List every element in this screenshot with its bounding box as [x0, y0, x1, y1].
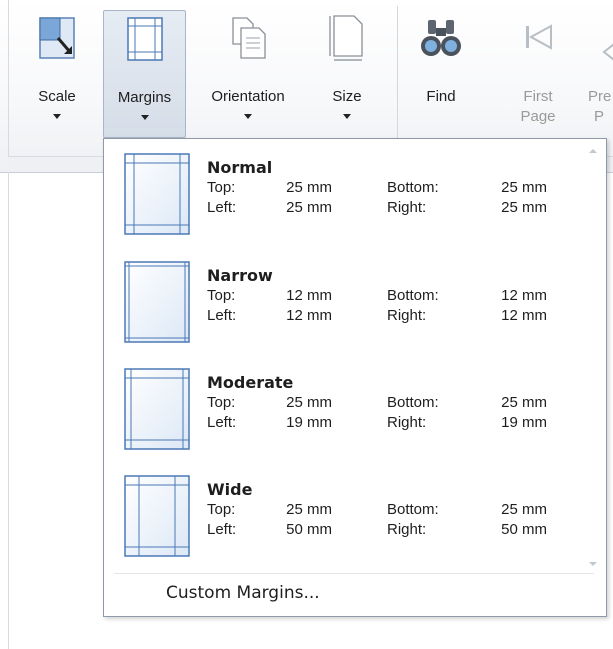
- scale-dropdown-arrow: [53, 114, 61, 119]
- top-label: Top:: [207, 501, 236, 518]
- scroll-down-arrow-icon[interactable]: [589, 562, 597, 566]
- margin-option-wide[interactable]: Wide Top: 25 mm Bottom: 25 mm Left: 50 m…: [114, 461, 584, 565]
- top-label: Top:: [207, 179, 236, 196]
- margin-option-narrow[interactable]: Narrow Top: 12 mm Bottom: 12 mm Left: 12…: [114, 247, 584, 351]
- margins-button[interactable]: Margins: [103, 10, 186, 138]
- scale-label: Scale: [38, 88, 76, 105]
- right-label: Right:: [387, 199, 427, 216]
- menu-scrollbar[interactable]: [586, 145, 600, 570]
- size-dropdown-arrow: [343, 114, 351, 119]
- right-label: Right:: [387, 521, 427, 538]
- margins-label: Margins: [117, 89, 172, 106]
- left-label: Left:: [207, 414, 237, 431]
- top-label: Top:: [207, 394, 236, 411]
- size-label: Size: [332, 88, 362, 105]
- first-page-icon: [526, 24, 552, 50]
- orientation-label: Orientation: [211, 88, 285, 105]
- bottom-value: 25 mm: [501, 179, 547, 196]
- right-value: 19 mm: [501, 414, 547, 431]
- normal-margins-icon: [124, 153, 190, 235]
- bottom-label: Bottom:: [387, 179, 439, 196]
- left-label: Left:: [207, 521, 237, 538]
- find-button[interactable]: Find: [406, 10, 476, 130]
- previous-page-icon: [602, 43, 613, 61]
- bottom-value: 25 mm: [501, 394, 547, 411]
- content-edge: [8, 172, 9, 649]
- left-label: Left:: [207, 199, 237, 216]
- bottom-value: 25 mm: [501, 501, 547, 518]
- bottom-label: Bottom:: [387, 394, 439, 411]
- narrow-margins-icon: [124, 261, 190, 343]
- bottom-label: Bottom:: [387, 501, 439, 518]
- right-value: 50 mm: [501, 521, 547, 538]
- find-label: Find: [426, 88, 456, 105]
- left-value: 12 mm: [286, 307, 332, 324]
- binoculars-icon: [421, 20, 461, 56]
- margin-option-moderate[interactable]: Moderate Top: 25 mm Bottom: 25 mm Left: …: [114, 354, 584, 458]
- option-name: Wide: [207, 480, 253, 499]
- margins-dropdown-menu: Normal Top: 25 mm Bottom: 25 mm Left: 25…: [103, 138, 607, 617]
- ribbon-edge: [8, 0, 9, 172]
- first-page-button[interactable]: First Page: [506, 10, 570, 130]
- group-separator: [397, 6, 398, 156]
- orientation-dropdown-arrow: [244, 114, 252, 119]
- custom-margins-menu-item[interactable]: Custom Margins...: [166, 583, 320, 603]
- top-value: 25 mm: [286, 179, 332, 196]
- wide-margins-icon: [124, 475, 190, 557]
- right-value: 25 mm: [501, 199, 547, 216]
- left-value: 19 mm: [286, 414, 332, 431]
- top-value: 25 mm: [286, 394, 332, 411]
- option-name: Narrow: [207, 266, 273, 285]
- right-label: Right:: [387, 414, 427, 431]
- scale-button[interactable]: Scale: [22, 10, 92, 130]
- scroll-up-arrow-icon[interactable]: [589, 149, 597, 153]
- size-button[interactable]: Size: [312, 10, 382, 130]
- page-size-icon: [329, 15, 363, 61]
- left-value: 50 mm: [286, 521, 332, 538]
- bottom-label: Bottom:: [387, 287, 439, 304]
- option-name: Moderate: [207, 373, 294, 392]
- previous-page-label-line2: P: [594, 108, 605, 125]
- margins-icon: [126, 17, 163, 61]
- top-value: 25 mm: [286, 501, 332, 518]
- left-label: Left:: [207, 307, 237, 324]
- margins-dropdown-arrow: [140, 115, 149, 120]
- bottom-value: 12 mm: [501, 287, 547, 304]
- orientation-button[interactable]: Orientation: [196, 10, 300, 130]
- previous-page-label-line1: Pre: [588, 88, 612, 105]
- option-name: Normal: [207, 158, 273, 177]
- first-page-label-line1: First: [523, 88, 553, 105]
- orientation-icon: [232, 17, 266, 59]
- left-value: 25 mm: [286, 199, 332, 216]
- scale-icon: [39, 17, 75, 59]
- moderate-margins-icon: [124, 368, 190, 450]
- right-value: 12 mm: [501, 307, 547, 324]
- top-label: Top:: [207, 287, 236, 304]
- top-value: 12 mm: [286, 287, 332, 304]
- menu-divider: [114, 573, 594, 574]
- first-page-label-line2: Page: [520, 108, 556, 125]
- right-label: Right:: [387, 307, 427, 324]
- previous-page-button[interactable]: Pre P: [588, 10, 613, 130]
- margin-option-normal[interactable]: Normal Top: 25 mm Bottom: 25 mm Left: 25…: [114, 139, 584, 243]
